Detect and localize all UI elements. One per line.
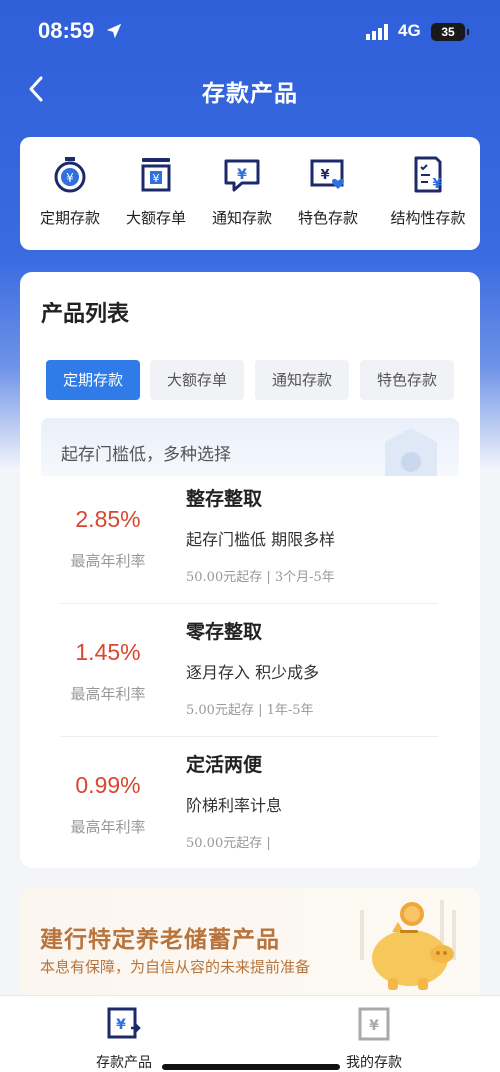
network-type: 4G (398, 21, 421, 40)
product-desc: 起存门槛低 期限多样 (186, 530, 336, 549)
bottom-tab-bar: ¥ 存款产品 ¥ 我的存款 (0, 995, 500, 1072)
product-item[interactable]: 2.85% 最高年利率 整存整取 起存门槛低 期限多样 50.00元起存 | 3… (40, 474, 420, 606)
category-label: 大额存单 (125, 209, 186, 227)
message-yuan-icon: ¥ (224, 159, 260, 192)
svg-text:¥: ¥ (153, 172, 160, 185)
svg-text:¥: ¥ (432, 177, 441, 192)
piggy-bank-icon (360, 900, 456, 990)
product-name: 零存整取 (186, 621, 263, 643)
category-notice-deposit[interactable]: ¥ 通知存款 (196, 155, 288, 228)
pension-savings-banner[interactable]: 建行特定养老储蓄产品 本息有保障，为自信从容的未来提前准备 (20, 888, 480, 1008)
category-card: ¥ 定期存款 ¥ 大额存单 ¥ 通知存款 ¥ 特色存款 ¥ 结构性存款 (20, 137, 480, 250)
card-heart-yuan-icon: ¥ (310, 159, 344, 189)
home-indicator (162, 1064, 340, 1070)
category-structured-deposit[interactable]: ¥ 结构性存款 (378, 155, 478, 228)
product-rate: 0.99% (75, 772, 141, 798)
page-title: 存款产品 (202, 81, 298, 107)
tab-notice-deposit[interactable]: 通知存款 (255, 360, 349, 400)
category-fixed-deposit[interactable]: ¥ 定期存款 (24, 155, 116, 228)
product-meta: 50.00元起存 | (186, 836, 271, 851)
product-meta: 5.00元起存 | 1年-5年 (186, 703, 314, 718)
my-deposit-icon: ¥ (358, 1007, 390, 1041)
timer-yuan-icon: ¥ (54, 157, 86, 193)
product-list-title: 产品列表 (41, 302, 130, 327)
battery-level: 35 (441, 25, 455, 39)
location-arrow-icon (106, 23, 122, 39)
category-label: 定期存款 (39, 209, 100, 227)
category-large-deposit[interactable]: ¥ 大额存单 (110, 155, 202, 228)
product-item[interactable]: 0.99% 最高年利率 定活两便 阶梯利率计息 50.00元起存 | (40, 740, 420, 872)
divider (60, 603, 438, 604)
product-desc: 逐月存入 积少成多 (186, 663, 320, 682)
promo-title: 建行特定养老储蓄产品 (40, 927, 280, 953)
product-name: 定活两便 (186, 754, 263, 776)
divider (60, 736, 438, 737)
category-label: 结构性存款 (390, 209, 466, 227)
navigation-bar: 存款产品 (0, 64, 500, 114)
status-time: 08:59 (38, 18, 95, 43)
tab-large-deposit[interactable]: 大额存单 (150, 360, 244, 400)
product-rate-label: 最高年利率 (70, 685, 146, 703)
shield-icon (385, 428, 437, 476)
product-banner: 起存门槛低，多种选择 (41, 418, 459, 476)
product-rate: 2.85% (75, 506, 141, 532)
deposit-product-icon: ¥ (107, 1007, 141, 1039)
product-item[interactable]: 1.45% 最高年利率 零存整取 逐月存入 积少成多 5.00元起存 | 1年-… (40, 607, 420, 739)
svg-text:¥: ¥ (369, 1018, 379, 1034)
category-special-deposit[interactable]: ¥ 特色存款 (282, 155, 374, 228)
svg-text:¥: ¥ (237, 167, 247, 183)
status-bar: 08:59 4G 35 (0, 0, 500, 64)
product-rate: 1.45% (75, 639, 141, 665)
signal-icon (366, 24, 388, 40)
product-rate-label: 最高年利率 (70, 552, 146, 570)
product-name: 整存整取 (186, 488, 263, 510)
promo-subtitle: 本息有保障，为自信从容的未来提前准备 (40, 958, 311, 976)
tab-fixed-deposit[interactable]: 定期存款 (46, 360, 140, 400)
battery-icon: 35 (431, 23, 469, 41)
tab-special-deposit[interactable]: 特色存款 (360, 360, 454, 400)
svg-text:¥: ¥ (66, 171, 74, 185)
document-yuan-icon: ¥ (414, 156, 442, 193)
product-rate-label: 最高年利率 (70, 818, 146, 836)
category-label: 通知存款 (211, 209, 272, 227)
tab-my-deposits[interactable]: ¥ 我的存款 (314, 1006, 434, 1072)
product-desc: 阶梯利率计息 (186, 796, 283, 815)
svg-text:¥: ¥ (116, 1017, 126, 1033)
banner-text: 起存门槛低，多种选择 (61, 445, 231, 465)
product-meta: 50.00元起存 | 3个月-5年 (186, 570, 335, 585)
svg-text:¥: ¥ (320, 168, 329, 183)
receipt-yuan-icon: ¥ (141, 158, 171, 192)
category-label: 特色存款 (297, 209, 358, 227)
tab-deposit-products[interactable]: ¥ 存款产品 (64, 1006, 184, 1072)
